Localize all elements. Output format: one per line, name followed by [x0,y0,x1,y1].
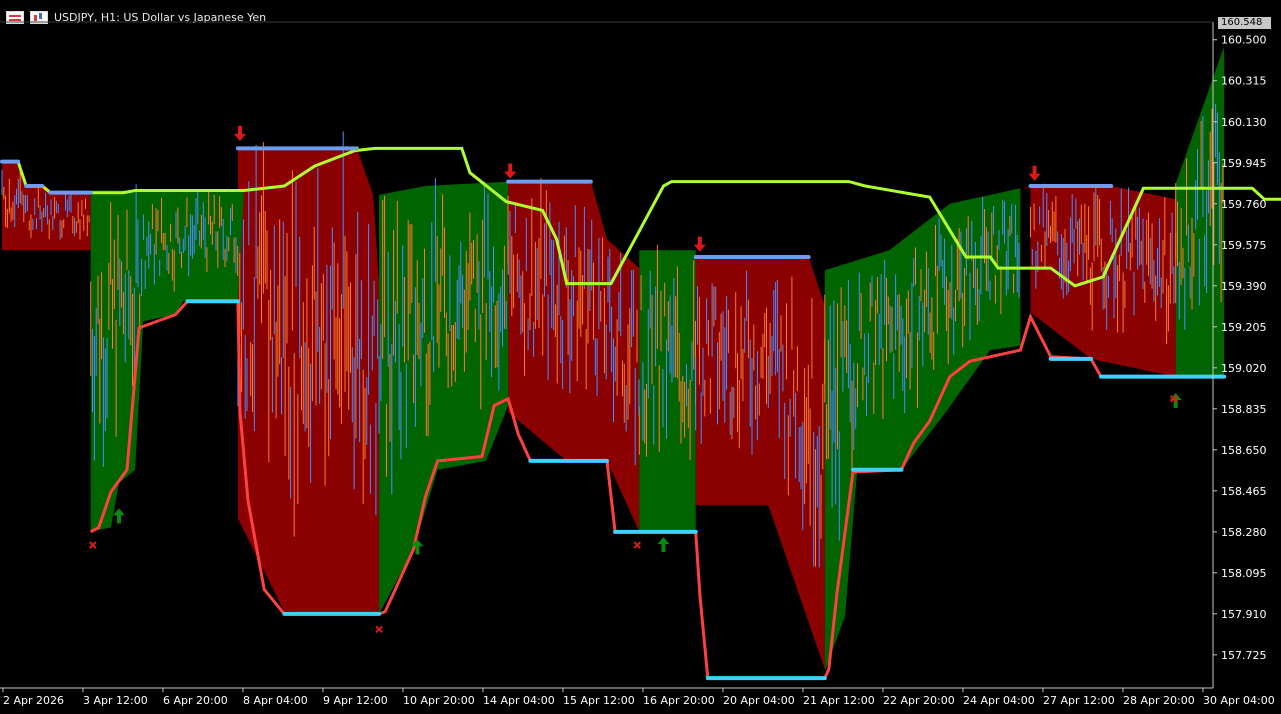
x-tick-label: 21 Apr 12:00 [803,694,875,707]
x-tick-label: 22 Apr 20:00 [883,694,955,707]
sell-arrow-icon [504,163,517,179]
price-chart[interactable]: 160.500 160.315 160.130 159.945 159.760 159.5… [0,0,1281,714]
x-tick-label: 24 Apr 04:00 [963,694,1035,707]
bear-zone-0 [2,161,91,251]
y-tick-label: 158.465 [1221,485,1267,498]
x-tick-label: 14 Apr 04:00 [483,694,555,707]
y-tick-label: 159.760 [1221,198,1267,211]
bear-zone-3 [695,257,825,670]
x-tick-label: 2 Apr 2026 [3,694,64,707]
y-tick-label: 160.315 [1221,75,1267,88]
x-tick-label: 30 Apr 04:00 [1203,694,1275,707]
x-tick-label: 10 Apr 20:00 [403,694,475,707]
y-tick-label: 158.835 [1221,403,1267,416]
y-tick-label: 159.205 [1221,321,1267,334]
exit-cross-icon [633,541,641,549]
bull-zone-2 [639,250,696,532]
y-tick-label: 158.280 [1221,526,1267,539]
bull-zone-1 [379,181,509,614]
y-tick-label: 157.910 [1221,608,1267,621]
sell-arrow-icon [693,236,706,252]
y-tick-label: 159.945 [1221,157,1267,170]
buy-arrow-icon [657,537,670,553]
y-tick-label: 158.095 [1221,567,1267,580]
x-tick-label: 6 Apr 20:00 [163,694,228,707]
x-tick-label: 3 Apr 12:00 [83,694,148,707]
buy-arrow-icon [112,508,125,524]
bull-zone-0 [90,190,244,532]
exit-cross-icon [375,625,383,634]
y-tick-label: 158.650 [1221,444,1267,457]
y-tick-label: 159.575 [1221,239,1267,252]
last-price-badge: 160.548 [1218,17,1271,29]
x-tick-label: 27 Apr 12:00 [1043,694,1115,707]
y-tick-label: 160.130 [1221,116,1267,129]
y-tick-label: 157.725 [1221,649,1267,662]
x-tick-label: 8 Apr 04:00 [243,694,308,707]
x-tick-label: 16 Apr 20:00 [643,694,715,707]
sell-arrow-icon [1028,165,1041,181]
y-tick-label: 159.390 [1221,280,1267,293]
exit-cross-icon [89,541,97,549]
x-tick-label: 15 Apr 12:00 [563,694,635,707]
x-tick-label: 9 Apr 12:00 [323,694,388,707]
x-tick-label: 20 Apr 04:00 [723,694,795,707]
sell-arrow-icon [233,125,246,141]
x-tick-label: 28 Apr 20:00 [1123,694,1195,707]
y-tick-label: 160.500 [1221,34,1267,47]
bear-zone-2 [508,181,640,532]
y-tick-label: 159.020 [1221,362,1267,375]
